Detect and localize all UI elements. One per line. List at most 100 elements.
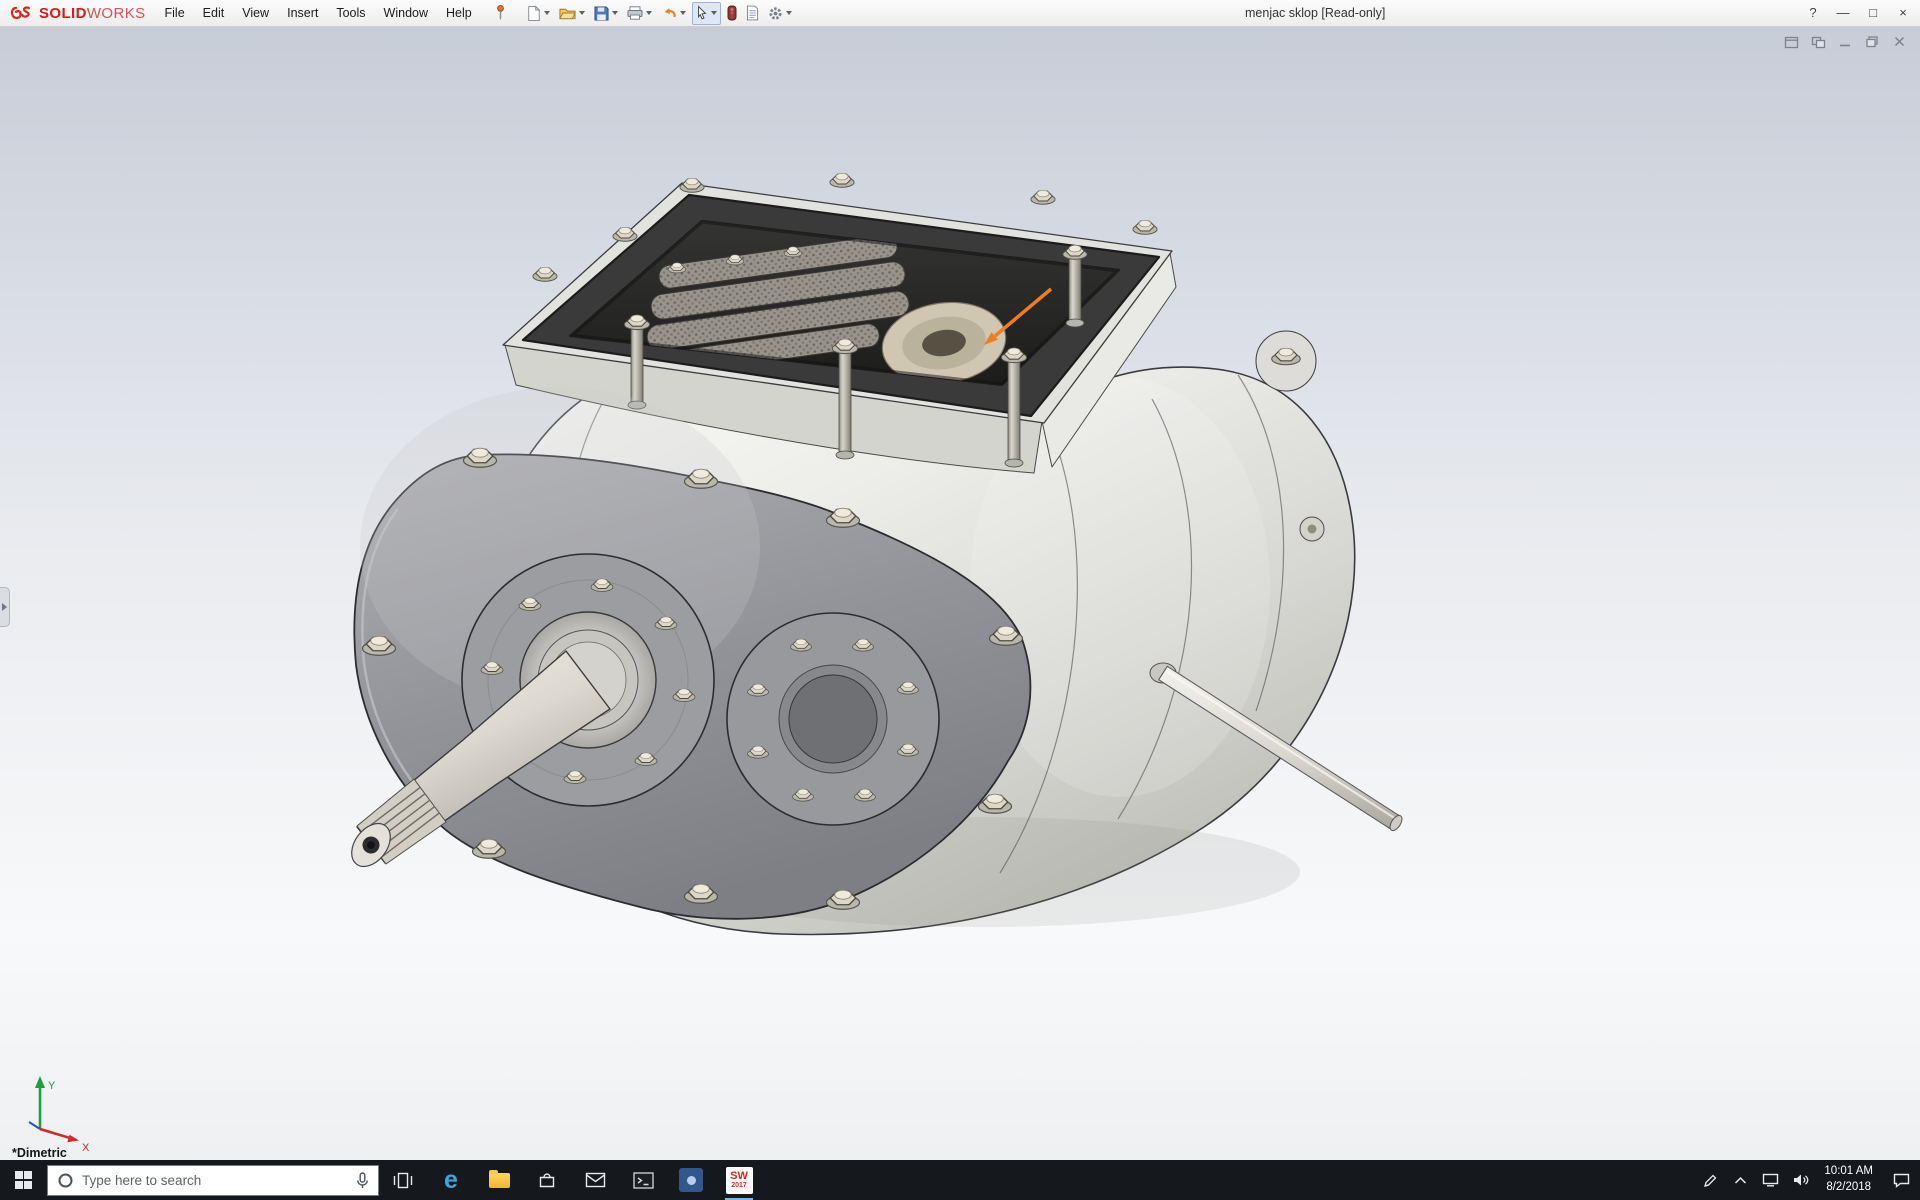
clock-time: 10:01 AM xyxy=(1824,1164,1873,1180)
doc-minimize-button[interactable] xyxy=(1836,34,1854,50)
window-controls: ? — □ × xyxy=(1798,0,1918,27)
pen-icon xyxy=(1703,1173,1718,1188)
solidworks-taskbar-button[interactable]: SW 2017 xyxy=(715,1160,763,1200)
save-button[interactable] xyxy=(591,2,621,25)
document-window-controls xyxy=(1782,34,1908,50)
solidworks-icon: SW 2017 xyxy=(726,1167,753,1194)
pushpin-icon xyxy=(495,4,506,22)
volume-button[interactable] xyxy=(1785,1160,1815,1200)
mail-envelope-icon xyxy=(585,1172,606,1188)
network-button[interactable] xyxy=(1755,1160,1785,1200)
blue-app-icon xyxy=(679,1168,703,1192)
dropdown-caret-icon xyxy=(680,11,686,15)
view-orientation-label: *Dimetric xyxy=(12,1146,67,1160)
windows-taskbar: e SW 2017 xyxy=(0,1160,1920,1200)
microphone-icon[interactable] xyxy=(356,1172,369,1189)
search-input[interactable] xyxy=(82,1173,348,1188)
chevron-up-icon xyxy=(1734,1176,1747,1185)
taskbar-search[interactable] xyxy=(47,1165,379,1196)
console-button[interactable] xyxy=(619,1160,667,1200)
brand-light: WORKS xyxy=(87,5,146,22)
close-button[interactable]: × xyxy=(1888,0,1918,27)
task-view-button[interactable] xyxy=(379,1160,427,1200)
print-button[interactable] xyxy=(624,2,655,25)
network-icon xyxy=(1762,1173,1779,1187)
menu-file[interactable]: File xyxy=(156,1,194,25)
print-icon xyxy=(627,6,643,20)
folder-icon xyxy=(489,1173,510,1188)
menu-tools[interactable]: Tools xyxy=(327,1,374,25)
graphics-viewport[interactable]: Y X *Dimetric xyxy=(0,27,1920,1160)
window-title: menjac sklop [Read-only] xyxy=(1245,0,1385,27)
edge-icon: e xyxy=(444,1168,458,1193)
cortana-icon xyxy=(57,1172,74,1189)
new-document-icon xyxy=(527,5,541,22)
hidden-icons-button[interactable] xyxy=(1725,1160,1755,1200)
menu-help[interactable]: Help xyxy=(437,1,481,25)
store-bag-icon xyxy=(537,1170,557,1190)
save-icon xyxy=(594,6,609,21)
store-button[interactable] xyxy=(523,1160,571,1200)
file-properties-button[interactable] xyxy=(743,2,762,25)
mail-button[interactable] xyxy=(571,1160,619,1200)
ds-logo-icon xyxy=(8,3,34,23)
blue-app-button[interactable] xyxy=(667,1160,715,1200)
rebuild-button[interactable] xyxy=(724,2,740,25)
quick-access-toolbar xyxy=(524,2,795,25)
doc-close-button[interactable] xyxy=(1890,34,1908,50)
dropdown-caret-icon xyxy=(786,11,792,15)
new-window-button[interactable] xyxy=(1782,34,1800,50)
maximize-button[interactable]: □ xyxy=(1858,0,1888,27)
action-center-button[interactable] xyxy=(1882,1160,1920,1200)
task-view-icon xyxy=(392,1172,414,1189)
brand-text: SOLIDWORKS xyxy=(39,5,146,22)
select-button[interactable] xyxy=(692,2,721,25)
open-button[interactable] xyxy=(556,2,588,25)
edge-button[interactable]: e xyxy=(427,1160,475,1200)
file-explorer-button[interactable] xyxy=(475,1160,523,1200)
speaker-icon xyxy=(1792,1173,1809,1187)
pen-button[interactable] xyxy=(1695,1160,1725,1200)
start-button[interactable] xyxy=(0,1160,47,1200)
menubar: File Edit View Insert Tools Window Help xyxy=(156,1,481,25)
gear-icon xyxy=(768,6,783,21)
menu-edit[interactable]: Edit xyxy=(194,1,234,25)
model-canvas[interactable]: Y X xyxy=(0,27,1920,1160)
menu-insert[interactable]: Insert xyxy=(278,1,327,25)
clock-date: 8/2/2018 xyxy=(1824,1180,1873,1196)
triad-y-label: Y xyxy=(48,1080,56,1092)
options-button[interactable] xyxy=(765,2,795,25)
dropdown-caret-icon xyxy=(544,11,550,15)
help-button[interactable]: ? xyxy=(1798,0,1828,27)
pin-menu-icon[interactable] xyxy=(495,4,506,22)
system-tray: 10:01 AM 8/2/2018 xyxy=(1695,1160,1920,1200)
windows-logo-icon xyxy=(15,1171,33,1189)
console-icon xyxy=(633,1172,654,1189)
expand-arrow-icon xyxy=(2,603,7,611)
dropdown-caret-icon xyxy=(579,11,585,15)
action-center-icon xyxy=(1893,1173,1910,1188)
file-properties-icon xyxy=(746,5,759,21)
tile-window-button[interactable] xyxy=(1809,34,1827,50)
output-cover-boss xyxy=(727,613,939,825)
brand-bold: SOLID xyxy=(39,5,87,22)
open-icon xyxy=(559,6,576,20)
dropdown-caret-icon xyxy=(711,11,717,15)
undo-icon xyxy=(661,6,677,20)
clock[interactable]: 10:01 AM 8/2/2018 xyxy=(1815,1164,1882,1195)
taskbar-apps: e SW 2017 xyxy=(379,1160,763,1200)
new-document-button[interactable] xyxy=(524,2,553,25)
triad-x-label: X xyxy=(82,1142,90,1154)
rebuild-icon xyxy=(727,5,737,21)
undo-button[interactable] xyxy=(658,2,689,25)
dropdown-caret-icon xyxy=(646,11,652,15)
doc-restore-button[interactable] xyxy=(1863,34,1881,50)
solidworks-logo: SOLIDWORKS xyxy=(0,3,156,23)
titlebar: SOLIDWORKS File Edit View Insert Tools W… xyxy=(0,0,1920,27)
minimize-button[interactable]: — xyxy=(1828,0,1858,27)
feature-manager-collapsed-tab[interactable] xyxy=(0,587,10,627)
select-cursor-icon xyxy=(696,5,708,21)
menu-view[interactable]: View xyxy=(233,1,278,25)
menu-window[interactable]: Window xyxy=(375,1,437,25)
dropdown-caret-icon xyxy=(612,11,618,15)
